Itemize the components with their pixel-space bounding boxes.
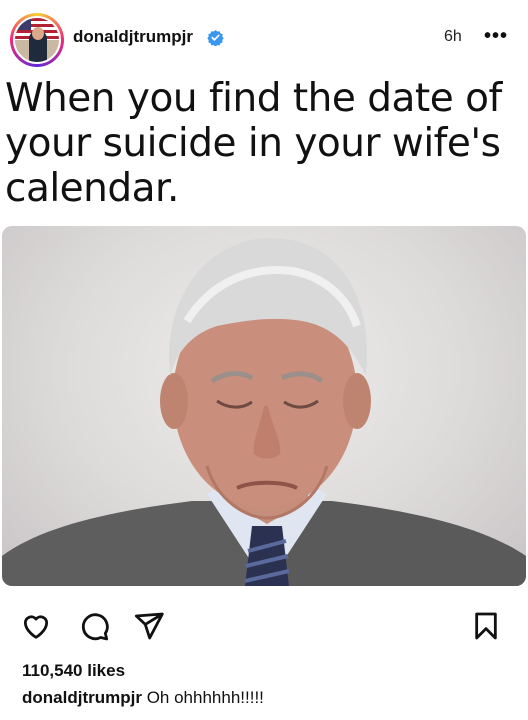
verified-badge-icon bbox=[207, 30, 224, 46]
avatar-face bbox=[32, 27, 44, 40]
avatar-flag-canton bbox=[15, 18, 31, 30]
comment-text: Oh ohhhhhh!!!!! bbox=[146, 688, 264, 707]
more-options-icon[interactable]: ••• bbox=[484, 26, 508, 46]
likes-count[interactable]: 110,540 likes bbox=[22, 661, 125, 681]
bookmark-icon[interactable] bbox=[470, 610, 502, 642]
heart-icon[interactable] bbox=[20, 610, 52, 642]
post-time: 6h bbox=[444, 28, 462, 45]
man-photo-illustration bbox=[2, 237, 526, 586]
post-comment: donaldjtrumpjr Oh ohhhhhh!!!!! bbox=[22, 688, 264, 708]
username[interactable]: donaldjtrumpjr bbox=[73, 27, 193, 47]
comment-icon[interactable] bbox=[78, 610, 110, 642]
meme-caption: When you find the date of your suicide i… bbox=[5, 76, 502, 211]
avatar[interactable] bbox=[13, 16, 61, 64]
comment-username[interactable]: donaldjtrumpjr bbox=[22, 688, 142, 707]
share-icon[interactable] bbox=[133, 610, 165, 642]
meme-photo[interactable] bbox=[2, 226, 526, 586]
post-header: donaldjtrumpjr 6h ••• bbox=[0, 0, 528, 76]
action-bar bbox=[0, 600, 528, 650]
